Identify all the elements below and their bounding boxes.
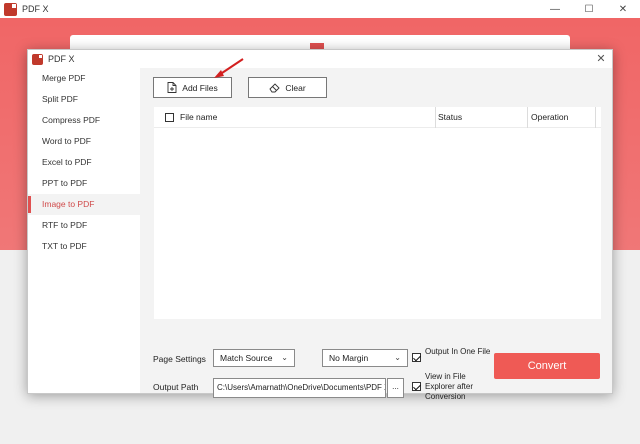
close-window-button[interactable]: ✕ (606, 0, 640, 18)
window-controls: — ☐ ✕ (538, 0, 640, 18)
add-files-label: Add Files (182, 82, 218, 93)
clear-label: Clear (285, 82, 306, 93)
view-in-explorer-label: View in File Explorer after Conversion (425, 372, 474, 401)
margin-value: No Margin (329, 353, 369, 363)
add-file-icon (167, 82, 177, 93)
eraser-icon (269, 82, 280, 92)
column-status[interactable]: Status (438, 107, 462, 128)
column-file-name[interactable]: File name (180, 107, 217, 128)
maximize-button[interactable]: ☐ (572, 0, 606, 18)
chevron-down-icon: ⌄ (281, 353, 288, 362)
sidebar-item-ppt-to-pdf[interactable]: PPT to PDF (28, 173, 140, 194)
sidebar-item-rtf-to-pdf[interactable]: RTF to PDF (28, 215, 140, 236)
output-one-file-checkbox[interactable] (412, 353, 421, 362)
sidebar: Merge PDF Split PDF Compress PDF Word to… (28, 68, 140, 393)
page-settings-label: Page Settings (153, 354, 206, 364)
main-window-title: PDF X (22, 4, 49, 14)
browse-button[interactable]: ... (387, 378, 404, 398)
output-one-file-label: Output In One File (425, 347, 491, 356)
column-separator (595, 107, 596, 128)
sidebar-item-split-pdf[interactable]: Split PDF (28, 89, 140, 110)
margin-select[interactable]: No Margin ⌄ (322, 349, 408, 367)
view-in-explorer-checkbox[interactable] (412, 382, 421, 391)
page-size-value: Match Source (220, 353, 273, 363)
table-header: File name Status Operation (154, 107, 601, 128)
dialog-close-button[interactable]: ✕ (594, 52, 608, 66)
pdfx-logo-icon (4, 2, 17, 16)
pdfx-logo-icon (32, 53, 43, 65)
output-path-input[interactable]: C:\Users\Amarnath\OneDrive\Documents\PDF… (213, 378, 386, 398)
content-panel: Add Files Clear File name Status Operati… (140, 68, 612, 401)
column-separator (435, 107, 436, 128)
file-table: File name Status Operation (154, 107, 601, 319)
minimize-button[interactable]: — (538, 0, 572, 18)
chevron-down-icon: ⌄ (394, 353, 401, 362)
sidebar-item-txt-to-pdf[interactable]: TXT to PDF (28, 236, 140, 257)
add-files-button[interactable]: Add Files (153, 77, 232, 98)
dialog-titlebar: PDF X ✕ (28, 50, 612, 68)
output-path-label: Output Path (153, 382, 199, 392)
convert-button[interactable]: Convert (494, 353, 600, 379)
sidebar-item-word-to-pdf[interactable]: Word to PDF (28, 131, 140, 152)
select-all-checkbox[interactable] (165, 113, 174, 122)
dialog-title: PDF X (48, 54, 75, 64)
column-operation[interactable]: Operation (531, 107, 568, 128)
pdfx-dialog: PDF X ✕ Merge PDF Split PDF Compress PDF… (27, 49, 613, 401)
sidebar-item-image-to-pdf[interactable]: Image to PDF (28, 194, 140, 215)
clear-button[interactable]: Clear (248, 77, 327, 98)
sidebar-item-excel-to-pdf[interactable]: Excel to PDF (28, 152, 140, 173)
sidebar-item-compress-pdf[interactable]: Compress PDF (28, 110, 140, 131)
main-titlebar: PDF X — ☐ ✕ (0, 0, 640, 18)
column-separator (527, 107, 528, 128)
page-size-select[interactable]: Match Source ⌄ (213, 349, 295, 367)
sidebar-item-merge-pdf[interactable]: Merge PDF (28, 68, 140, 89)
